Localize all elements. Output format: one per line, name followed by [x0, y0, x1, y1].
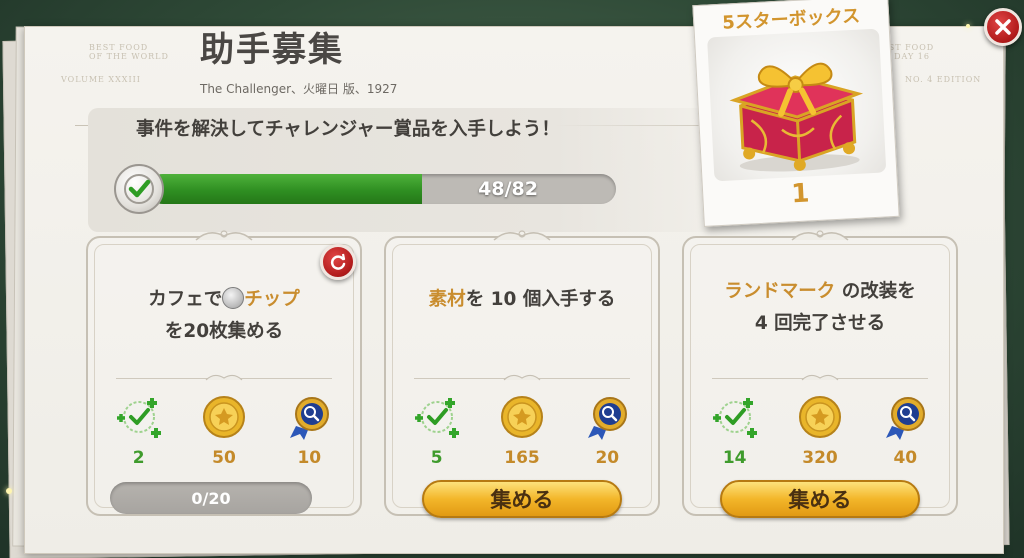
divider-ornament-icon: [801, 374, 839, 381]
task-card-landmark: ランドマーク の改装を 4 回完了させる 14 320 40 集める: [682, 230, 958, 518]
reward-medals-value: 20: [595, 448, 620, 468]
reward-checks-value: 14: [722, 448, 747, 468]
check-badge-icon: [114, 164, 164, 214]
reward-coins: 50: [189, 392, 259, 468]
reward-coins-value: 320: [802, 448, 838, 468]
check-icon: [124, 174, 154, 204]
reward-checks: 14: [700, 392, 770, 468]
task-title-pre: カフェで: [148, 289, 223, 310]
reward-coins: 165: [487, 392, 557, 468]
crest-ornament-icon: [791, 230, 849, 241]
task-title: カフェで チップ を20枚集める: [100, 284, 348, 348]
reward-checks-value: 2: [132, 448, 145, 468]
task-progress-pill: 0/20: [110, 482, 312, 514]
collect-button[interactable]: 集める: [720, 480, 920, 518]
decorative-rule-right: NO. 4 EDITION: [905, 75, 982, 84]
task-card-cafe-chips: カフェで チップ を20枚集める 2 50 10 0/20: [86, 230, 362, 516]
reward-medals: 40: [870, 392, 940, 468]
task-title-highlight: 素材: [428, 289, 466, 310]
task-title-highlight: ランドマーク: [724, 281, 836, 302]
reward-card-5-star-box[interactable]: 5スターボックス 1: [692, 0, 900, 227]
close-icon: [995, 19, 1011, 35]
objective-text: 事件を解決してチャレンジャー賞品を入手しよう！: [136, 119, 560, 140]
reward-medals: 20: [572, 392, 642, 468]
gift-box-icon: [707, 28, 887, 182]
challenge-progress-text: 48/82: [478, 178, 538, 200]
check-plus-icon: [116, 398, 161, 438]
magnifier-medal-icon: [886, 397, 926, 440]
task-rewards: 5 165 20: [394, 392, 650, 468]
reward-coins-value: 165: [504, 448, 540, 468]
reward-medals-value: 40: [893, 448, 918, 468]
reward-medals-value: 10: [297, 448, 322, 468]
refresh-icon: [330, 253, 346, 270]
reward-checks: 5: [402, 392, 472, 468]
gold-coin-icon: [798, 396, 841, 438]
check-plus-icon: [712, 398, 757, 438]
sparkle-decoration: [966, 24, 970, 28]
sparkle-decoration: [6, 488, 12, 494]
close-button[interactable]: [984, 8, 1022, 46]
task-rewards: 14 320 40: [692, 392, 948, 468]
reward-checks: 2: [104, 392, 174, 468]
crest-ornament-icon: [493, 230, 551, 241]
reward-checks-value: 5: [430, 448, 443, 468]
reward-coins-value: 50: [212, 448, 236, 468]
magnifier-medal-icon: [290, 397, 330, 440]
magnifier-medal-icon: [588, 397, 628, 440]
reward-medals: 10: [274, 392, 344, 468]
gold-coin-icon: [202, 396, 245, 438]
task-title: 素材を 10 個入手する: [414, 284, 630, 316]
task-rewards: 2 50 10: [96, 392, 352, 468]
divider-ornament-icon: [503, 374, 541, 381]
gold-coin-icon: [500, 396, 543, 438]
collect-button[interactable]: 集める: [422, 480, 622, 518]
check-plus-icon: [414, 398, 459, 438]
page-subtitle: The Challenger、火曜日 版、1927: [200, 82, 398, 96]
crest-ornament-icon: [195, 230, 253, 241]
task-card-materials: 素材を 10 個入手する 5 165 20 集める: [384, 230, 660, 518]
task-title-highlight: チップ: [244, 289, 300, 310]
task-title: ランドマーク の改装を 4 回完了させる: [718, 276, 922, 340]
chip-coin-icon: [222, 287, 245, 309]
decorative-rule-left: VOLUME XXXIII: [61, 75, 141, 84]
page-title: 助手募集: [200, 30, 344, 70]
task-title-post: を20枚集める: [164, 321, 284, 342]
decorative-masthead-left: BEST FOOD OF THE WORLD: [89, 43, 169, 61]
refresh-task-button[interactable]: [320, 244, 356, 280]
reward-coins: 320: [785, 392, 855, 468]
task-title-post: を 10 個入手する: [465, 289, 616, 310]
divider-ornament-icon: [205, 374, 243, 381]
